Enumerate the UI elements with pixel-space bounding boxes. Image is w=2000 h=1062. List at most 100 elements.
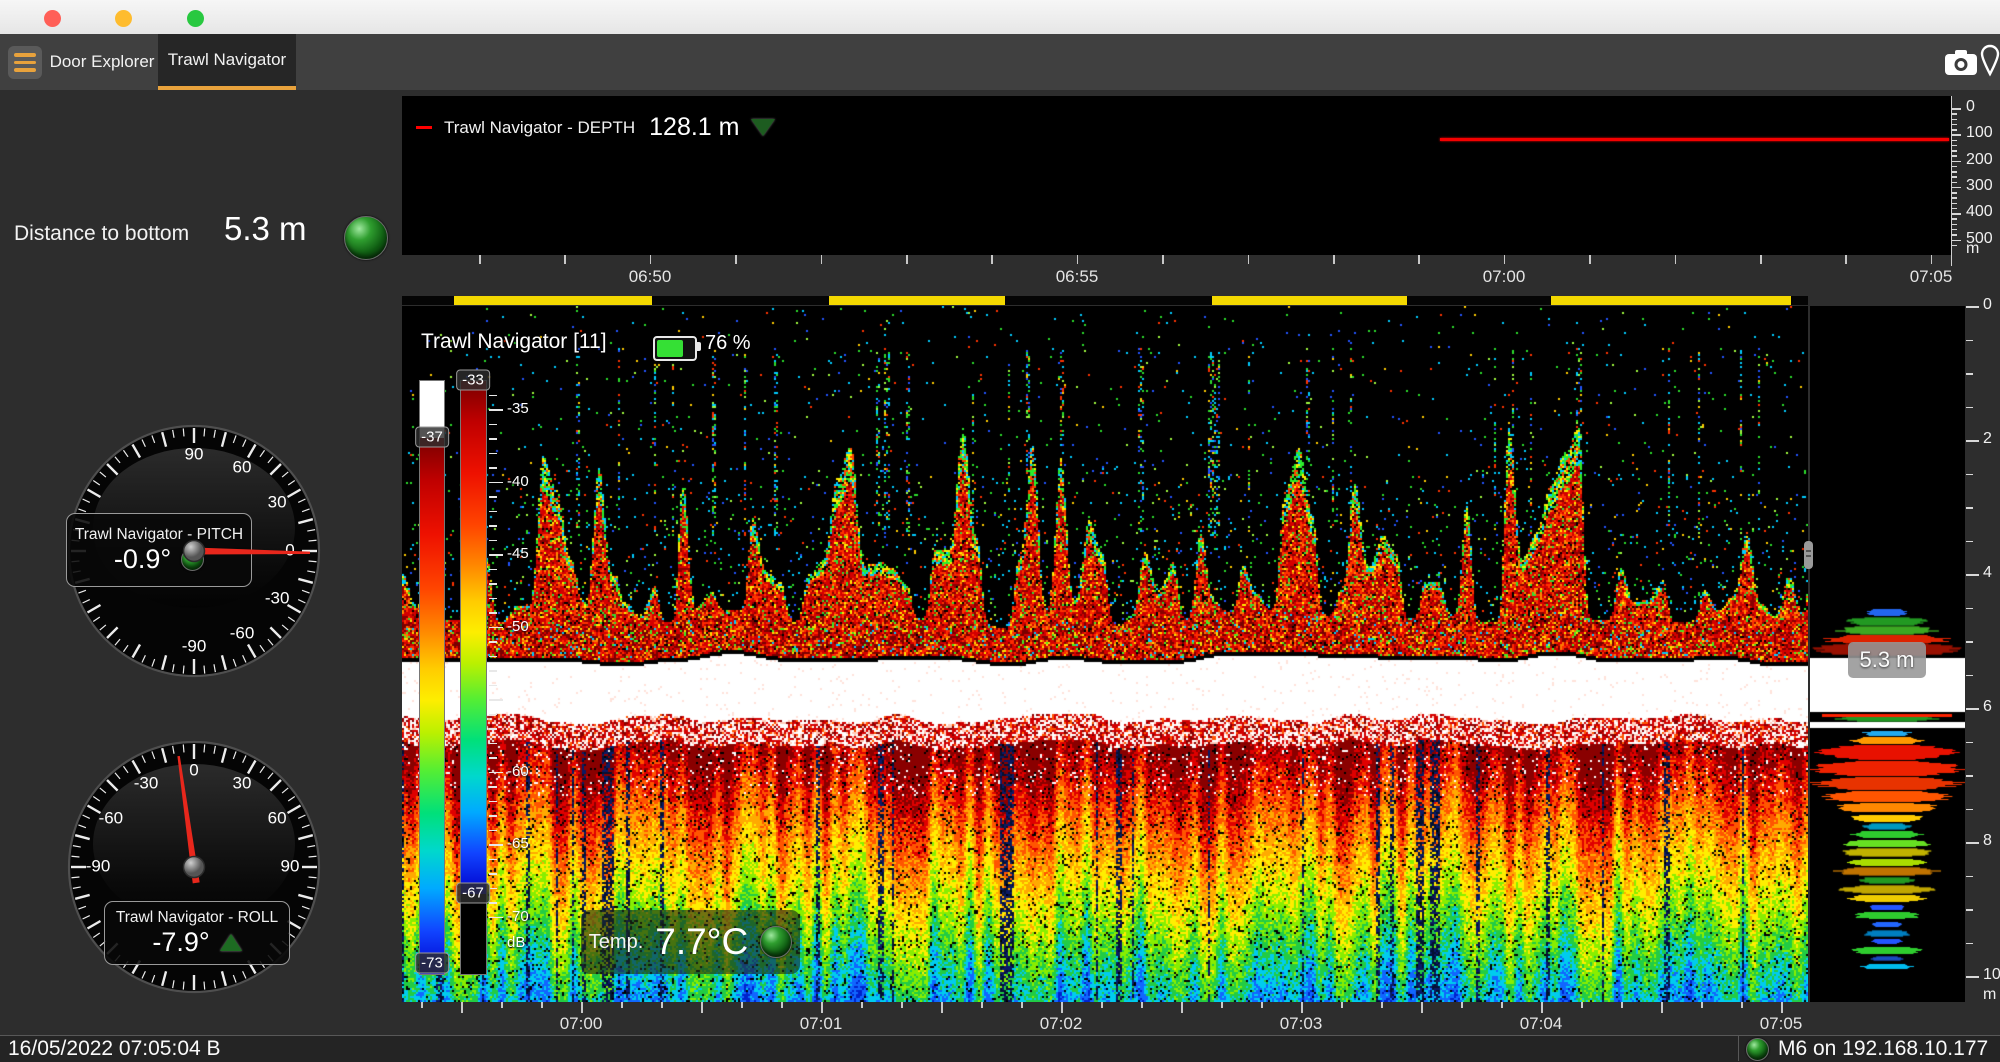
- gauge-scale-label: 60: [268, 808, 287, 827]
- db-tick: [489, 612, 497, 614]
- bottom-distance-badge: 5.3 m: [1848, 642, 1926, 678]
- half-minute-tick: [1661, 1002, 1663, 1013]
- depth-tick: [1952, 213, 1961, 215]
- minute-tick: [564, 255, 566, 264]
- minute-tick: [1845, 255, 1847, 264]
- db-tick: [489, 757, 497, 759]
- depth-tick: [1966, 809, 1973, 811]
- depth-tick: [1952, 161, 1961, 163]
- data-coverage-bar: [402, 296, 1808, 305]
- second-tick: [1741, 1002, 1743, 1008]
- depth-tick: [1952, 108, 1961, 110]
- half-minute-tick: [1781, 1002, 1783, 1013]
- coverage-segment: [829, 296, 1005, 305]
- minute-tick: [479, 255, 481, 264]
- colorbar-left-bottom-badge: -73: [415, 953, 449, 974]
- depth-tick: [1952, 224, 1957, 226]
- depth-tick: [1966, 440, 1979, 442]
- gauge-scale-label: -90: [86, 856, 111, 875]
- db-tick: [489, 627, 503, 629]
- pitch-gauge-title: Trawl Navigator - PITCH: [75, 526, 243, 544]
- colorbar-gradient: [420, 438, 444, 974]
- depth-series-line: [1440, 138, 1949, 141]
- distance-to-bottom-status-led: [344, 216, 388, 260]
- depth-chart-time-axis: 06:5006:5507:0007:05: [402, 255, 1951, 293]
- panel-splitter-grip[interactable]: [1804, 541, 1813, 569]
- temperature-label: Temp.: [589, 931, 643, 954]
- db-tick: [489, 656, 497, 658]
- db-tick: [489, 540, 497, 542]
- depth-tick: [1952, 124, 1957, 126]
- half-minute-tick: [581, 1002, 583, 1013]
- depth-legend-label: Trawl Navigator - DEPTH: [444, 118, 635, 138]
- second-tick: [981, 1002, 983, 1008]
- minimize-window-button[interactable]: [115, 10, 132, 27]
- depth-tick: [1966, 842, 1979, 844]
- depth-unit-label: m: [1966, 240, 1979, 258]
- depth-chart: Trawl Navigator - DEPTH 128.1 m: [402, 96, 1951, 255]
- tab-trawl-navigator[interactable]: Trawl Navigator: [158, 34, 296, 90]
- depth-chart-y-axis: 0100200300400500m: [1951, 96, 2000, 266]
- depth-tick: [1966, 943, 1973, 945]
- depth-tick-label: 2: [1983, 430, 1992, 448]
- temperature-status-led: [760, 926, 792, 958]
- hamburger-icon: [14, 53, 36, 57]
- tab-bar: Door Explorer Trawl Navigator: [0, 34, 2000, 90]
- marker-pin-icon[interactable]: [1980, 44, 2000, 78]
- pitch-gauge-readout: Trawl Navigator - PITCH -0.9°: [66, 513, 252, 587]
- db-tick: [489, 482, 503, 484]
- depth-tick-label: 0: [1966, 98, 1975, 116]
- depth-tick: [1952, 182, 1957, 184]
- roll-gauge-value: -7.9°: [152, 927, 209, 958]
- db-tick: [489, 728, 497, 730]
- colorbar-black-tail: [461, 894, 486, 974]
- camera-icon[interactable]: [1944, 48, 1978, 76]
- close-window-button[interactable]: [44, 10, 61, 27]
- gauge-scale-label: -60: [99, 808, 124, 827]
- db-tick: [489, 525, 497, 527]
- db-tick: [489, 830, 497, 832]
- depth-tick: [1952, 197, 1957, 199]
- second-tick: [1141, 1002, 1143, 1008]
- time-tick-label: 07:00: [1483, 267, 1526, 287]
- db-tick: [489, 424, 497, 426]
- battery-percentage: 76 %: [705, 332, 751, 355]
- time-tick-label: 06:50: [629, 267, 672, 287]
- coverage-segment: [454, 296, 652, 305]
- db-tick: [489, 859, 497, 861]
- hamburger-menu-button[interactable]: [8, 46, 42, 79]
- depth-tick: [1966, 574, 1979, 576]
- db-tick: [489, 496, 497, 498]
- gauge-scale-label: -90: [182, 636, 207, 655]
- half-minute-tick: [821, 1002, 823, 1013]
- db-unit-label: dB: [507, 934, 525, 951]
- zoom-window-button[interactable]: [187, 10, 204, 27]
- db-tick: [489, 902, 497, 904]
- db-tick: [489, 786, 497, 788]
- tab-door-explorer[interactable]: Door Explorer: [46, 34, 158, 90]
- minute-tick: [1248, 255, 1250, 264]
- depth-tick: [1966, 708, 1979, 710]
- minute-tick: [821, 255, 823, 264]
- colorbar-left-top-badge: -37: [415, 427, 449, 448]
- colorbar-right-top-badge: -33: [456, 370, 490, 391]
- second-tick: [1581, 1002, 1583, 1008]
- depth-tick: [1966, 373, 1973, 375]
- time-tick-label: 07:05: [1910, 267, 1953, 287]
- db-tick-label: -40: [507, 473, 529, 490]
- db-tick: [489, 888, 497, 890]
- gauge-scale-label: -60: [230, 624, 255, 643]
- gauge-scale-label: 30: [233, 773, 252, 792]
- depth-tick: [1966, 306, 1979, 308]
- depth-tick: [1966, 474, 1973, 476]
- db-tick: [489, 917, 503, 919]
- half-minute-tick: [461, 1002, 463, 1013]
- echogram-title: Trawl Navigator [11]: [421, 330, 607, 354]
- temperature-value: 7.7°C: [655, 921, 748, 963]
- echogram-time-axis: 07:0007:0107:0207:0307:0407:05: [402, 1002, 1808, 1035]
- second-tick: [1621, 1002, 1623, 1008]
- minute-tick: [1931, 255, 1933, 264]
- depth-tick: [1952, 234, 1957, 236]
- db-tick: [489, 873, 497, 875]
- half-minute-tick: [701, 1002, 703, 1013]
